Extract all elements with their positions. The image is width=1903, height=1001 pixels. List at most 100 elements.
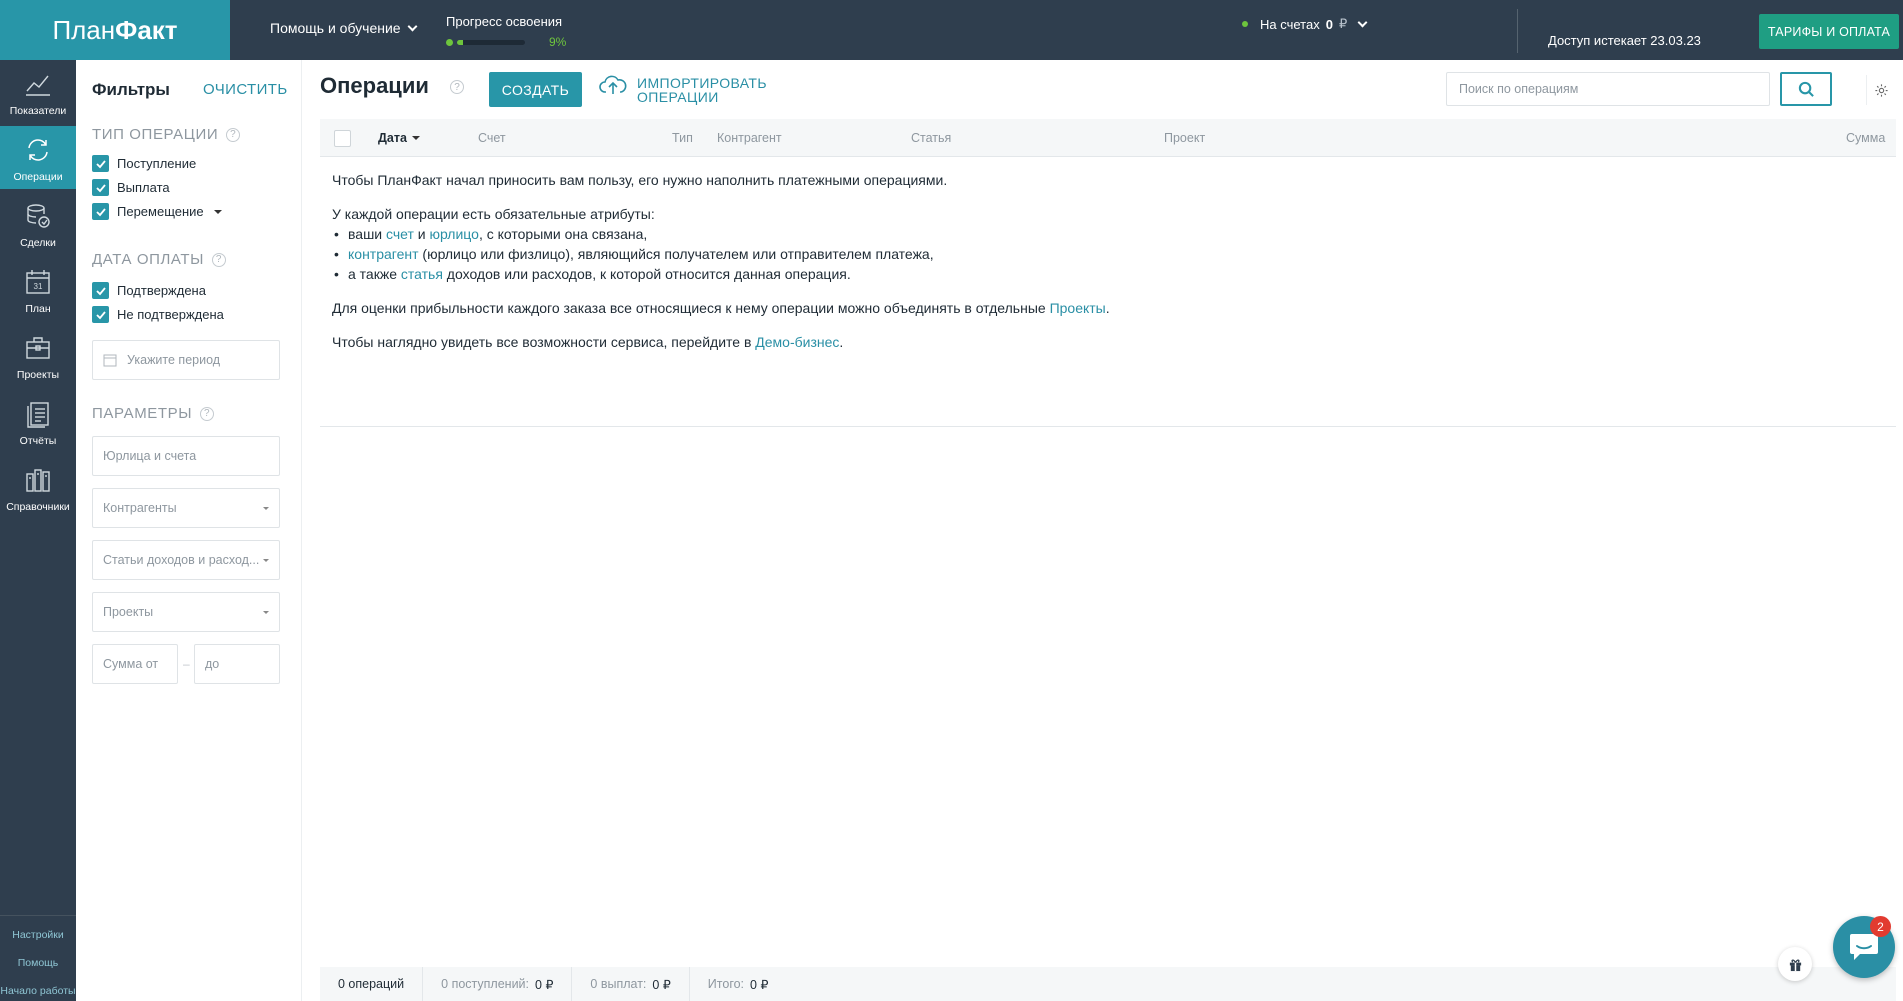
field-placeholder: Контрагенты — [103, 501, 177, 515]
period-field[interactable]: Укажите период — [92, 340, 280, 380]
articles-select[interactable]: Статьи доходов и расход... — [92, 540, 280, 580]
checkbox-transfer[interactable]: Перемещение — [92, 203, 222, 220]
table-settings-button[interactable] — [1866, 75, 1896, 105]
gift-button[interactable] — [1778, 947, 1812, 981]
nav-label: Операции — [13, 171, 63, 183]
contractor-link[interactable]: контрагент — [348, 246, 419, 262]
create-button[interactable]: СОЗДАТЬ — [489, 72, 582, 107]
column-type[interactable]: Тип — [672, 131, 693, 145]
help-icon[interactable]: ? — [450, 80, 464, 94]
projects-select[interactable]: Проекты — [92, 592, 280, 632]
info-text: . — [1105, 300, 1110, 316]
tariffs-button[interactable]: ТАРИФЫ И ОПЛАТА — [1759, 14, 1899, 49]
coins-icon — [27, 204, 50, 228]
checkbox-label: Не подтверждена — [117, 307, 224, 322]
balance-label: На счетах — [1260, 16, 1320, 32]
checkbox-payout[interactable]: Выплата — [92, 179, 170, 196]
sidebar-nav: Показатели Операции Сделки 31 План Проек… — [0, 60, 76, 1001]
help-menu[interactable]: Помощь и обучение — [270, 20, 418, 36]
checkbox-label: Выплата — [117, 180, 170, 195]
total-label: 0 поступлений: — [441, 977, 530, 991]
main-content: Операции ? СОЗДАТЬ ИМПОРТИРОВАТЬ ОПЕРАЦИ… — [302, 60, 1903, 1001]
calendar-icon — [103, 354, 117, 367]
info-paragraph: У каждой операции есть обязательные атри… — [332, 204, 1884, 224]
nav-item-reports[interactable]: Отчёты — [0, 390, 76, 453]
search-input[interactable] — [1446, 72, 1770, 106]
checkbox-checked-icon — [92, 203, 109, 220]
chart-icon — [26, 75, 50, 96]
import-label: ИМПОРТИРОВАТЬ ОПЕРАЦИИ — [637, 76, 767, 104]
checkbox-label: Поступление — [117, 156, 197, 171]
info-paragraph: Чтобы ПланФакт начал приносить вам польз… — [332, 172, 948, 188]
column-contractor[interactable]: Контрагент — [717, 131, 782, 145]
total-label: Итого: — [707, 977, 745, 991]
caret-down-icon[interactable] — [213, 209, 222, 214]
contractors-select[interactable]: Контрагенты — [92, 488, 280, 528]
info-text: У каждой операции есть обязательные атри… — [332, 206, 655, 222]
total-value: 0 ₽ — [652, 977, 671, 992]
column-date[interactable]: Дата — [378, 131, 420, 145]
info-text: , с которыми она связана, — [478, 226, 648, 242]
chat-icon — [1850, 934, 1878, 960]
help-icon[interactable]: ? — [212, 252, 226, 267]
nav-settings-link[interactable]: Настройки — [0, 929, 76, 941]
column-article[interactable]: Статья — [911, 131, 951, 145]
sum-from-field[interactable]: Сумма от — [92, 644, 178, 684]
total-value: 0 ₽ — [750, 977, 769, 992]
total-label: 0 выплат: — [590, 977, 647, 991]
payment-date-section: ДАТА ОПЛАТЫ ? — [92, 251, 226, 268]
checkbox-confirmed[interactable]: Подтверждена — [92, 282, 206, 299]
legal-entity-link[interactable]: юрлицо — [430, 226, 479, 242]
field-placeholder: Статьи доходов и расход... — [103, 553, 260, 567]
report-icon — [27, 402, 49, 428]
learning-progress[interactable]: Прогресс освоения 9% — [446, 14, 566, 49]
import-operations-button[interactable]: ИМПОРТИРОВАТЬ ОПЕРАЦИИ — [599, 75, 767, 104]
balance-currency: ₽ — [1338, 16, 1348, 31]
list-item: контрагент (юрлицо или физлицо), являющи… — [332, 244, 1884, 264]
column-project[interactable]: Проект — [1164, 131, 1205, 145]
column-sum[interactable]: Сумма — [1846, 131, 1885, 145]
gear-icon — [1875, 83, 1888, 97]
field-placeholder: Юрлица и счета — [103, 449, 197, 463]
logo[interactable]: План Факт — [0, 0, 230, 60]
legal-entities-field[interactable]: Юрлица и счета — [92, 436, 280, 476]
nav-item-indicators[interactable]: Показатели — [0, 60, 76, 123]
table-header: Дата Счет Тип Контрагент Статья Проект С… — [320, 119, 1896, 157]
divider — [0, 915, 76, 916]
article-link[interactable]: статья — [401, 266, 443, 282]
balance-amount: 0 — [1325, 16, 1333, 32]
sum-to-field[interactable]: до — [194, 644, 280, 684]
projects-link[interactable]: Проекты — [1050, 300, 1106, 316]
help-icon[interactable]: ? — [200, 406, 215, 421]
nav-label: Проекты — [16, 369, 60, 381]
nav-getting-started-link[interactable]: Начало работы — [0, 985, 76, 997]
search-icon — [1798, 81, 1814, 97]
nav-item-directories[interactable]: Справочники — [0, 456, 76, 519]
help-icon[interactable]: ? — [226, 127, 241, 142]
search-button[interactable] — [1780, 72, 1832, 106]
nav-item-plan[interactable]: 31 План — [0, 258, 76, 321]
balance-dropdown[interactable]: На счетах 0 ₽ — [1242, 16, 1368, 32]
parameters-section: ПАРАМЕТРЫ ? — [92, 405, 215, 422]
books-icon — [26, 469, 50, 492]
nav-label: Сделки — [20, 237, 56, 249]
info-text: Для оценки прибыльности каждого заказа в… — [332, 300, 1050, 316]
nav-help-link[interactable]: Помощь — [0, 957, 76, 969]
checkbox-checked-icon — [92, 179, 109, 196]
import-label-line2: ОПЕРАЦИИ — [637, 89, 719, 105]
section-title: ПАРАМЕТРЫ — [92, 405, 193, 422]
nav-item-projects[interactable]: Проекты — [0, 324, 76, 387]
column-account[interactable]: Счет — [478, 131, 506, 145]
clear-filters-link[interactable]: ОЧИСТИТЬ — [203, 81, 288, 98]
checkbox-income[interactable]: Поступление — [92, 155, 196, 172]
demo-business-link[interactable]: Демо-бизнес — [755, 334, 839, 350]
checkbox-unconfirmed[interactable]: Не подтверждена — [92, 306, 224, 323]
select-all-checkbox[interactable] — [334, 130, 351, 147]
nav-item-deals[interactable]: Сделки — [0, 192, 76, 255]
payout-total: 0 выплат: 0 ₽ — [572, 967, 690, 1001]
operation-type-section: ТИП ОПЕРАЦИИ ? — [92, 126, 241, 143]
nav-item-operations[interactable]: Операции — [0, 126, 76, 189]
page-title: Операции — [320, 73, 429, 98]
account-link[interactable]: счет — [386, 226, 414, 242]
app-root: План Факт Помощь и обучение Прогресс осво… — [0, 0, 1903, 1001]
